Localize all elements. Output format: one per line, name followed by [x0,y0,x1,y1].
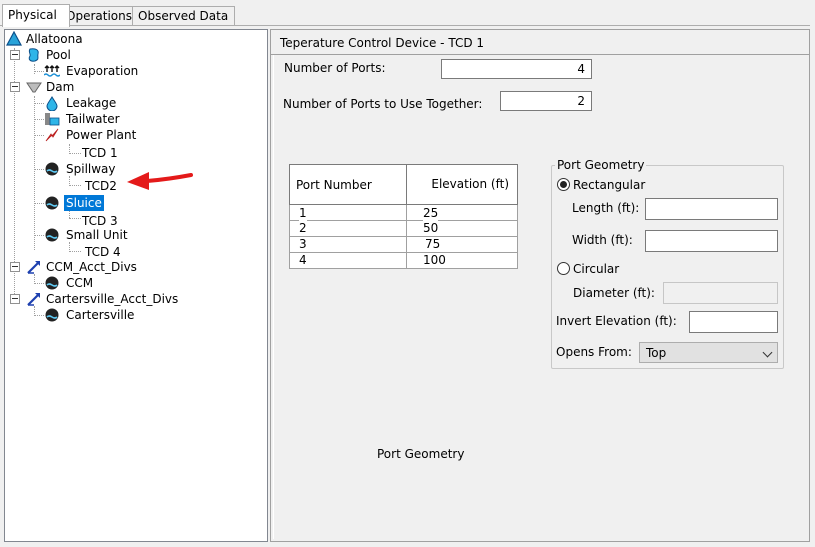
num-ports-input[interactable]: 4 [441,59,592,79]
tab-strip-border [0,25,810,26]
tree-node-label: Pool [46,48,71,62]
tree-line [69,251,81,252]
num-ports-together-input[interactable]: 2 [500,91,592,111]
outlet-icon [45,196,59,210]
cartersville-acct-divs-collapse-toggle[interactable] [10,294,20,304]
table-row-divider [289,236,518,237]
table-cell[interactable]: 2 [299,221,307,236]
tab-operations-label: Operations [66,9,132,23]
tab-observed-data[interactable]: Observed Data [132,6,235,26]
table-cell[interactable]: 100 [423,253,446,268]
panel-title: Teperature Control Device - TCD 1 [280,36,485,50]
tree-node-label: Evaporation [66,64,139,78]
tree-line [34,135,44,136]
tree-node-label: Small Unit [66,228,128,242]
tab-observed-data-label: Observed Data [138,9,229,23]
tree-line [34,119,44,120]
tree-node-label: Power Plant [66,128,137,142]
outlet-icon [45,276,59,290]
chevron-down-icon [762,347,773,358]
tailwater-icon [45,113,60,126]
tree-line [34,71,44,72]
evaporation-icon [44,65,60,77]
tree-node-label: CCM_Acct_Divs [46,260,137,274]
lightning-icon [45,128,59,142]
dam-icon [26,82,42,93]
tree-node-label: Dam [46,80,75,94]
panel-body: Number of Ports: 4 Number of Ports to Us… [273,55,808,539]
tree-node-label: CCM [66,276,94,290]
num-ports-together-label: Number of Ports to Use Together: [283,97,483,111]
tcd-properties-panel: Teperature Control Device - TCD 1 Number… [270,29,810,542]
diversion-icon [27,293,40,306]
table-cell[interactable]: 4 [299,253,307,268]
diversion-icon [27,261,40,274]
tree-node-label: Tailwater [66,112,120,126]
diameter-input[interactable] [663,282,778,304]
rectangular-label[interactable]: Rectangular [573,178,645,192]
circular-radio[interactable] [557,262,570,275]
port-geometry-group: Port Geometry Rectangular Length (ft): W… [551,158,784,369]
tree-line [34,283,44,284]
table-body [289,205,518,269]
tree-node-label: Leakage [66,96,117,110]
tree-line [34,103,44,104]
tree-line [34,235,44,236]
tree-line [69,185,81,186]
tree-line [34,64,35,74]
tree-node-label: Allatoona [26,32,83,46]
column-header-port-number[interactable]: Port Number [289,164,407,205]
tree-node-label: TCD 1 [82,146,118,160]
tree-node-label: Cartersville_Acct_Divs [46,292,179,306]
tree-node-label: Spillway [66,162,116,176]
port-geometry-caption: Port Geometry [377,447,465,461]
num-ports-label: Number of Ports: [284,61,386,75]
port-elevation-table[interactable]: Port Number Elevation (ft) 1 25 2 50 3 7… [289,164,518,269]
outlet-icon [45,162,59,176]
outlet-icon [45,308,59,322]
table-row-divider [289,220,518,221]
network-tree[interactable]: Allatoona Pool Evaporation Dam Leakage T… [4,29,268,542]
water-drop-icon [46,96,58,111]
tree-line [34,169,44,170]
opens-from-dropdown[interactable]: Top [639,342,778,363]
annotation-arrow-icon [127,172,193,190]
table-column-divider [406,205,407,269]
circular-label[interactable]: Circular [573,262,619,276]
reservoir-icon [6,31,22,46]
table-cell[interactable]: 3 [299,237,307,252]
tab-physical[interactable]: Physical [2,4,70,27]
port-geometry-group-title: Port Geometry [555,158,647,172]
column-header-elevation[interactable]: Elevation (ft) [406,164,518,205]
diameter-label: Diameter (ft): [573,286,655,300]
table-cell[interactable]: 1 [299,206,307,221]
tree-line [34,315,44,316]
width-input[interactable] [645,230,778,252]
width-label: Width (ft): [572,233,633,247]
tree-node-label: TCD 4 [85,245,121,259]
invert-elevation-label: Invert Elevation (ft): [556,314,677,328]
table-cell[interactable]: 25 [423,206,439,221]
rectangular-radio[interactable] [557,178,570,191]
dam-collapse-toggle[interactable] [10,82,20,92]
opens-from-value: Top [646,346,667,360]
length-label: Length (ft): [572,201,640,215]
table-cell[interactable]: 50 [423,221,439,236]
table-row-divider [289,252,518,253]
pool-icon [28,48,39,62]
tree-node-label-selected: Sluice [64,195,104,211]
invert-elevation-input[interactable] [689,311,778,333]
length-input[interactable] [645,198,778,220]
tree-line [34,203,44,204]
outlet-icon [45,228,59,242]
ccm-acct-divs-collapse-toggle[interactable] [10,262,20,272]
opens-from-label: Opens From: [556,345,632,359]
tree-node-label: Cartersville [66,308,135,322]
tab-physical-label: Physical [8,8,57,22]
pool-collapse-toggle[interactable] [10,50,20,60]
tree-node-label: TCD2 [85,179,117,193]
table-cell[interactable]: 75 [425,237,441,252]
